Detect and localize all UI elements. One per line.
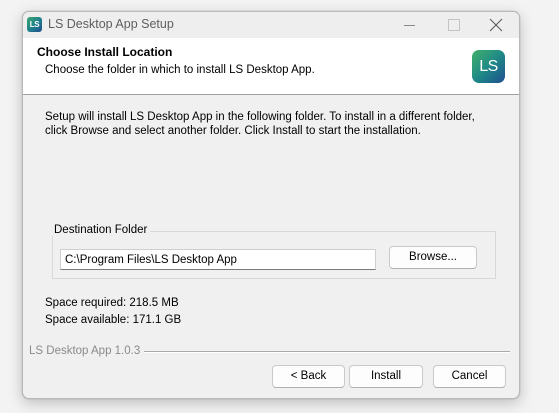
cancel-button[interactable]: Cancel — [433, 365, 506, 388]
title-bar[interactable]: LS LS Desktop App Setup — [23, 12, 519, 38]
destination-folder-label: Destination Folder — [51, 224, 151, 236]
back-button[interactable]: < Back — [272, 365, 345, 388]
close-icon[interactable] — [476, 12, 516, 38]
page-subtitle: Choose the folder in which to install LS… — [45, 64, 315, 76]
maximize-icon — [433, 12, 473, 38]
page-title: Choose Install Location — [37, 45, 173, 59]
install-button[interactable]: Install — [349, 365, 423, 388]
space-required-text: Space required: 218.5 MB — [45, 297, 179, 309]
installer-window: LS LS Desktop App Setup Choose Install L… — [22, 11, 520, 399]
destination-path-input[interactable] — [60, 249, 376, 270]
app-logo-icon: LS — [472, 50, 505, 83]
branding-text: LS Desktop App 1.0.3 — [29, 345, 145, 357]
space-available-text: Space available: 171.1 GB — [45, 314, 182, 326]
minimize-icon[interactable] — [390, 12, 430, 38]
install-description: Setup will install LS Desktop App in the… — [45, 111, 475, 137]
browse-button[interactable]: Browse... — [389, 246, 477, 269]
app-logo-icon: LS — [27, 17, 42, 32]
page-header: Choose Install Location Choose the folde… — [23, 38, 519, 95]
window-title: LS Desktop App Setup — [48, 17, 174, 31]
